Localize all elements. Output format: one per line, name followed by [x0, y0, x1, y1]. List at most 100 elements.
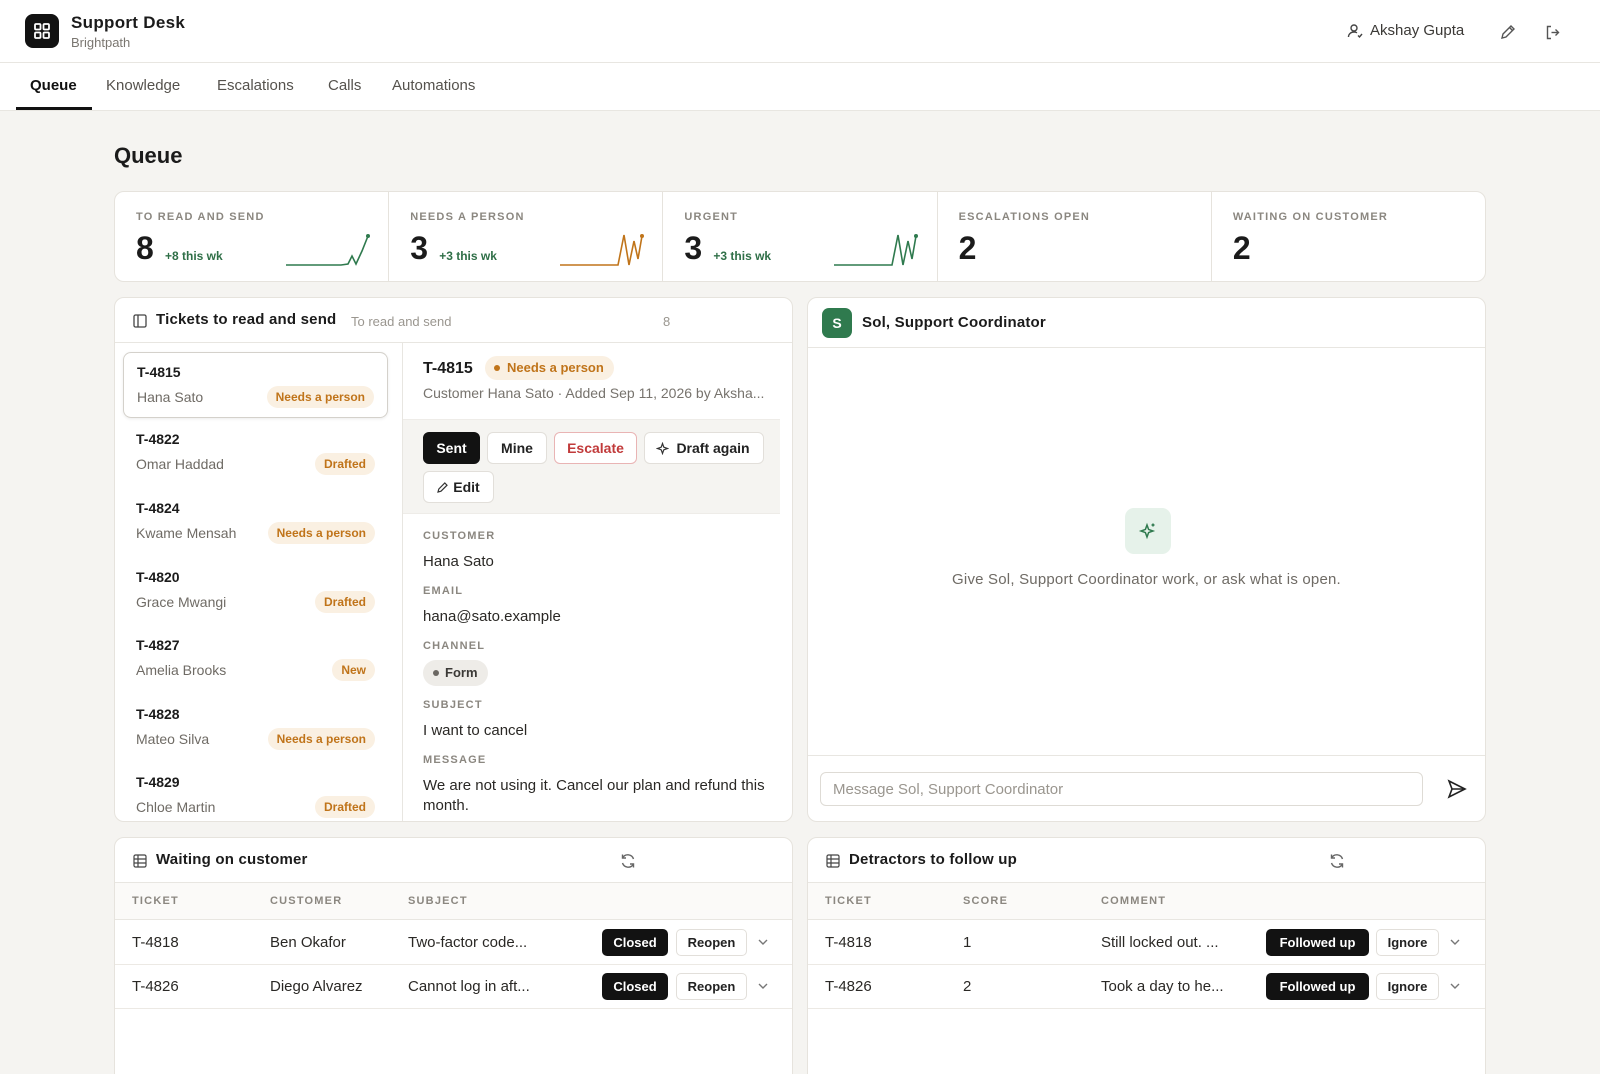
stat-to-read-and-send[interactable]: TO READ AND SEND 8 +8 this wk: [115, 192, 390, 281]
ticket-list-item[interactable]: T-4820 Grace Mwangi Drafted: [123, 558, 388, 624]
refresh-icon[interactable]: [1328, 852, 1346, 870]
panel-title: Waiting on customer: [156, 851, 308, 868]
waiting-on-customer-panel: Waiting on customer TICKET CUSTOMER SUBJ…: [114, 837, 793, 1074]
panel-header: S Sol, Support Coordinator: [808, 298, 1485, 348]
stat-escalations-open[interactable]: ESCALATIONS OPEN 2: [938, 192, 1212, 281]
draft-again-button[interactable]: Draft again: [644, 432, 764, 464]
cell-ticket: T-4826: [132, 978, 179, 995]
send-icon[interactable]: [1446, 778, 1468, 800]
refresh-icon[interactable]: [619, 852, 637, 870]
subject-value: I want to cancel: [423, 722, 528, 739]
ticket-list-item[interactable]: T-4828 Mateo Silva Needs a person: [123, 695, 388, 761]
ticket-customer: Hana Sato: [137, 389, 204, 405]
chevron-down-icon[interactable]: [756, 935, 770, 949]
pencil-icon: [437, 482, 448, 493]
stat-value: 2: [958, 230, 977, 266]
stat-label: WAITING ON CUSTOMER: [1232, 211, 1389, 223]
closed-button[interactable]: Closed: [602, 973, 668, 1000]
logout-icon[interactable]: [1542, 22, 1562, 42]
table-row[interactable]: T-4826 Diego Alvarez Cannot log in aft..…: [115, 965, 792, 1009]
status-badge: Needs a person: [266, 386, 374, 408]
chevron-down-icon[interactable]: [1448, 979, 1462, 993]
table-row[interactable]: T-4826 2 Took a day to he... Followed up…: [808, 965, 1485, 1009]
stat-needs-a-person[interactable]: NEEDS A PERSON 3 +3 this wk: [389, 192, 664, 281]
tab-knowledge[interactable]: Knowledge: [106, 63, 180, 111]
status-badge: Drafted: [314, 796, 375, 818]
stat-label: ESCALATIONS OPEN: [958, 211, 1091, 223]
column-header: TICKET: [132, 895, 179, 907]
table-header: TICKET SCORE COMMENT: [808, 883, 1485, 920]
mine-button[interactable]: Mine: [487, 432, 547, 464]
tab-escalations[interactable]: Escalations: [217, 63, 294, 111]
edit-pencil-icon[interactable]: [1497, 22, 1517, 42]
table-row[interactable]: T-4818 1 Still locked out. ... Followed …: [808, 921, 1485, 965]
status-badge: Drafted: [314, 453, 375, 475]
panel-icon: [133, 314, 147, 328]
stats-bar: TO READ AND SEND 8 +8 this wk NEEDS A PE…: [114, 191, 1486, 282]
followed-up-button[interactable]: Followed up: [1266, 929, 1369, 956]
ticket-list-item[interactable]: T-4824 Kwame Mensah Needs a person: [123, 489, 388, 555]
status-badge: Needs a person: [267, 522, 375, 544]
user-menu[interactable]: Akshay Gupta: [1347, 22, 1464, 39]
tab-automations[interactable]: Automations: [392, 63, 475, 111]
ticket-id: T-4822: [136, 431, 180, 447]
main-tabs: Queue Knowledge Escalations Calls Automa…: [0, 63, 1600, 111]
page-title: Queue: [114, 143, 183, 168]
tab-queue[interactable]: Queue: [30, 63, 77, 111]
stat-waiting-on-customer[interactable]: WAITING ON CUSTOMER 2: [1212, 192, 1485, 281]
table-row[interactable]: T-4818 Ben Okafor Two-factor code... Clo…: [115, 921, 792, 965]
reopen-button[interactable]: Reopen: [676, 929, 747, 956]
stat-label: NEEDS A PERSON: [410, 211, 525, 223]
table-icon: [826, 854, 840, 868]
user-name: Akshay Gupta: [1370, 22, 1465, 39]
empty-state-text: Give Sol, Support Coordinator work, or a…: [952, 571, 1341, 588]
panel-header: Detractors to follow up: [808, 838, 1485, 883]
sent-button[interactable]: Sent: [423, 432, 480, 464]
ticket-customer: Chloe Martin: [136, 799, 216, 815]
cell-ticket: T-4818: [825, 934, 872, 951]
stat-value: 8: [136, 230, 154, 266]
escalate-button[interactable]: Escalate: [554, 432, 637, 464]
ticket-customer: Amelia Brooks: [136, 662, 227, 678]
ticket-list-item[interactable]: T-4822 Omar Haddad Drafted: [123, 420, 388, 486]
subject-label: SUBJECT: [423, 699, 483, 711]
ticket-list-item[interactable]: T-4829 Chloe Martin Drafted: [123, 763, 388, 821]
column-header: CUSTOMER: [270, 895, 343, 907]
user-icon: [1347, 23, 1363, 38]
reopen-button[interactable]: Reopen: [676, 973, 747, 1000]
stat-urgent[interactable]: URGENT 3 +3 this wk: [663, 192, 938, 281]
followed-up-button[interactable]: Followed up: [1266, 973, 1369, 1000]
ticket-id: T-4820: [136, 569, 180, 585]
chat-composer: [808, 755, 1485, 820]
stat-delta: +3 this wk: [439, 249, 497, 263]
status-badge: Drafted: [314, 591, 375, 613]
assistant-avatar: S: [822, 308, 852, 338]
message-label: MESSAGE: [423, 754, 487, 766]
ticket-customer: Mateo Silva: [136, 731, 210, 747]
tab-calls[interactable]: Calls: [328, 63, 361, 111]
message-input[interactable]: [820, 772, 1423, 806]
stat-label: URGENT: [684, 211, 739, 223]
ignore-button[interactable]: Ignore: [1376, 929, 1439, 956]
table-header: TICKET CUSTOMER SUBJECT: [115, 883, 792, 920]
detail-status-badge: Needs a person: [485, 356, 614, 380]
closed-button[interactable]: Closed: [602, 929, 668, 956]
ignore-button[interactable]: Ignore: [1376, 973, 1439, 1000]
ticket-list-item[interactable]: T-4815 Hana Sato Needs a person: [123, 352, 388, 418]
stat-label: TO READ AND SEND: [136, 211, 265, 223]
chevron-down-icon[interactable]: [756, 979, 770, 993]
cell-ticket: T-4826: [825, 978, 872, 995]
chevron-down-icon[interactable]: [1448, 935, 1462, 949]
assistant-title: Sol, Support Coordinator: [862, 314, 1046, 331]
cell-comment: Still locked out. ...: [1101, 934, 1219, 951]
edit-button[interactable]: Edit: [423, 471, 494, 503]
sparkle-icon: [1125, 508, 1171, 554]
sparkline-chart: [286, 234, 370, 266]
table-icon: [133, 854, 147, 868]
app-logo-icon[interactable]: [25, 14, 59, 48]
detail-ticket-id: T-4815: [423, 360, 473, 377]
email-label: EMAIL: [423, 585, 464, 597]
cell-customer: Ben Okafor: [270, 934, 346, 951]
ticket-list-item[interactable]: T-4827 Amelia Brooks New: [123, 626, 388, 692]
column-header: SUBJECT: [408, 895, 468, 907]
